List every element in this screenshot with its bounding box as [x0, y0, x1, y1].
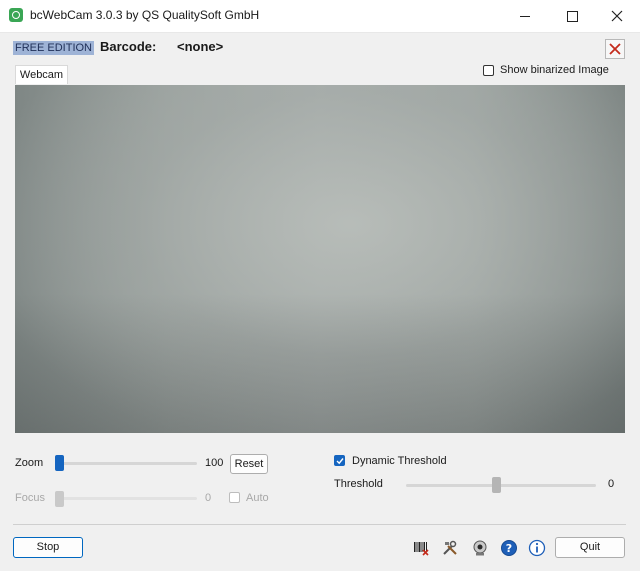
help-icon[interactable]: ?	[500, 539, 518, 557]
show-binarized-label[interactable]: Show binarized Image	[500, 64, 609, 76]
window-title: bcWebCam 3.0.3 by QS QualitySoft GmbH	[30, 8, 260, 22]
barcode-icon[interactable]	[412, 539, 430, 557]
maximize-button[interactable]	[549, 0, 595, 32]
dynamic-threshold-label[interactable]: Dynamic Threshold	[352, 455, 447, 467]
focus-label: Focus	[15, 492, 45, 504]
threshold-slider-thumb[interactable]	[492, 477, 501, 493]
checkmark-icon	[336, 458, 344, 465]
zoom-label: Zoom	[15, 457, 44, 469]
focus-slider[interactable]	[55, 497, 197, 500]
close-icon	[611, 10, 623, 22]
barcode-value: <none>	[177, 39, 224, 54]
info-icon[interactable]	[528, 539, 546, 557]
minimize-button[interactable]	[502, 0, 548, 32]
zoom-slider-thumb[interactable]	[55, 455, 64, 471]
edition-badge: FREE EDITION	[13, 41, 95, 55]
threshold-slider[interactable]	[406, 484, 596, 487]
dynamic-threshold-checkbox[interactable]	[334, 455, 345, 466]
threshold-value: 0	[608, 478, 615, 490]
stop-button[interactable]: Stop	[13, 537, 83, 558]
focus-slider-thumb[interactable]	[55, 491, 64, 507]
focus-value: 0	[205, 492, 212, 504]
show-binarized-checkbox[interactable]	[483, 65, 494, 76]
zoom-value: 100	[205, 457, 224, 469]
tools-icon[interactable]	[441, 539, 459, 557]
webcam-app-icon	[9, 8, 23, 22]
window-close-button[interactable]	[594, 0, 640, 32]
barcode-label: Barcode:	[100, 39, 157, 54]
webcam-preview	[15, 85, 625, 433]
auto-focus-label[interactable]: Auto	[246, 492, 269, 504]
tab-webcam[interactable]: Webcam	[15, 65, 68, 84]
clear-barcode-button[interactable]	[605, 39, 625, 59]
zoom-slider[interactable]	[55, 462, 197, 465]
reset-button[interactable]: Reset	[230, 454, 268, 474]
red-x-icon	[609, 43, 621, 55]
webcam-icon[interactable]	[471, 539, 489, 557]
title-bar: bcWebCam 3.0.3 by QS QualitySoft GmbH	[0, 0, 640, 33]
threshold-label: Threshold	[334, 478, 383, 490]
auto-focus-checkbox[interactable]	[229, 492, 240, 503]
quit-button[interactable]: Quit	[555, 537, 625, 558]
minimize-icon	[520, 15, 530, 17]
footer-divider	[13, 524, 626, 525]
maximize-icon	[566, 10, 578, 22]
svg-text:?: ?	[506, 542, 512, 555]
